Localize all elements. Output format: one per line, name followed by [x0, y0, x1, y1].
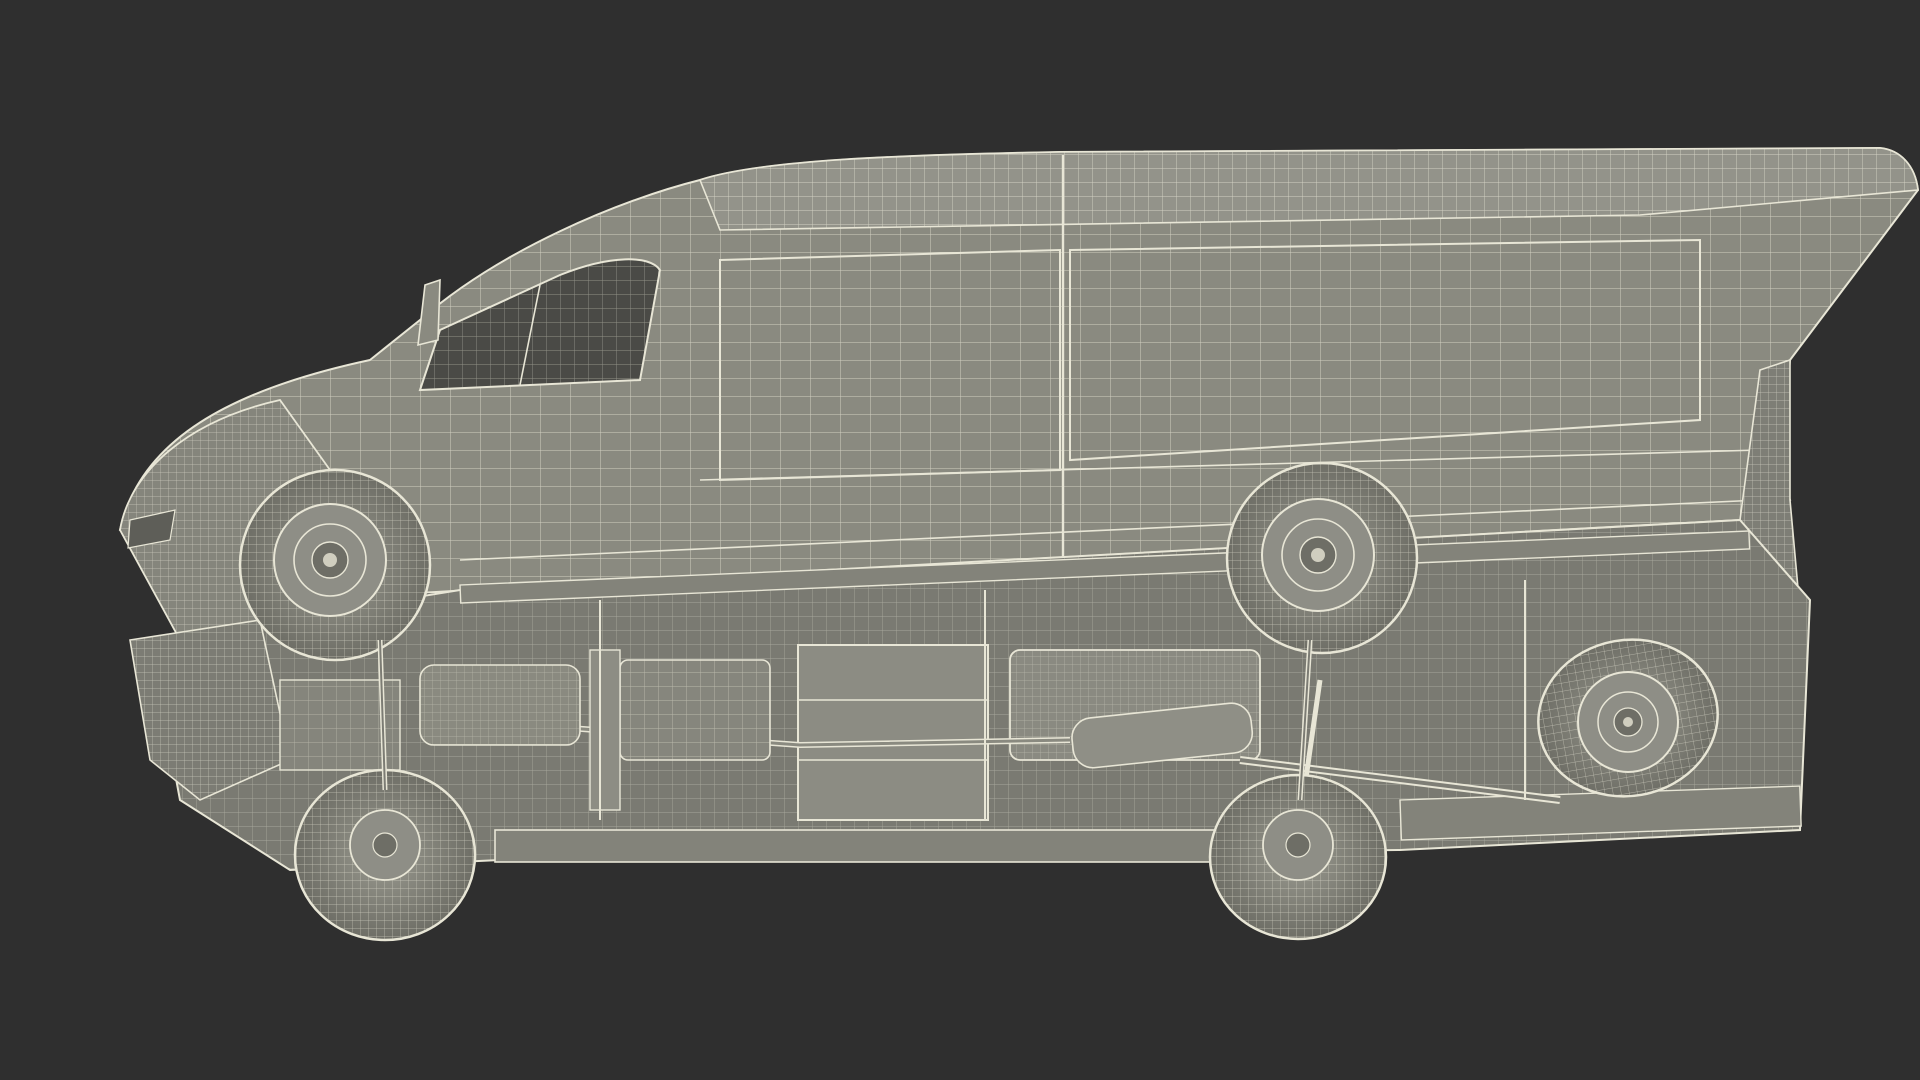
underbody-center-plate [797, 644, 989, 821]
front-left-wheel [293, 768, 477, 942]
front-right-wheel [238, 468, 432, 662]
van-wireframe-render [118, 146, 1920, 942]
rear-right-wheel [1225, 461, 1419, 655]
side-mirror [417, 278, 441, 347]
render-viewport [0, 0, 1920, 1080]
